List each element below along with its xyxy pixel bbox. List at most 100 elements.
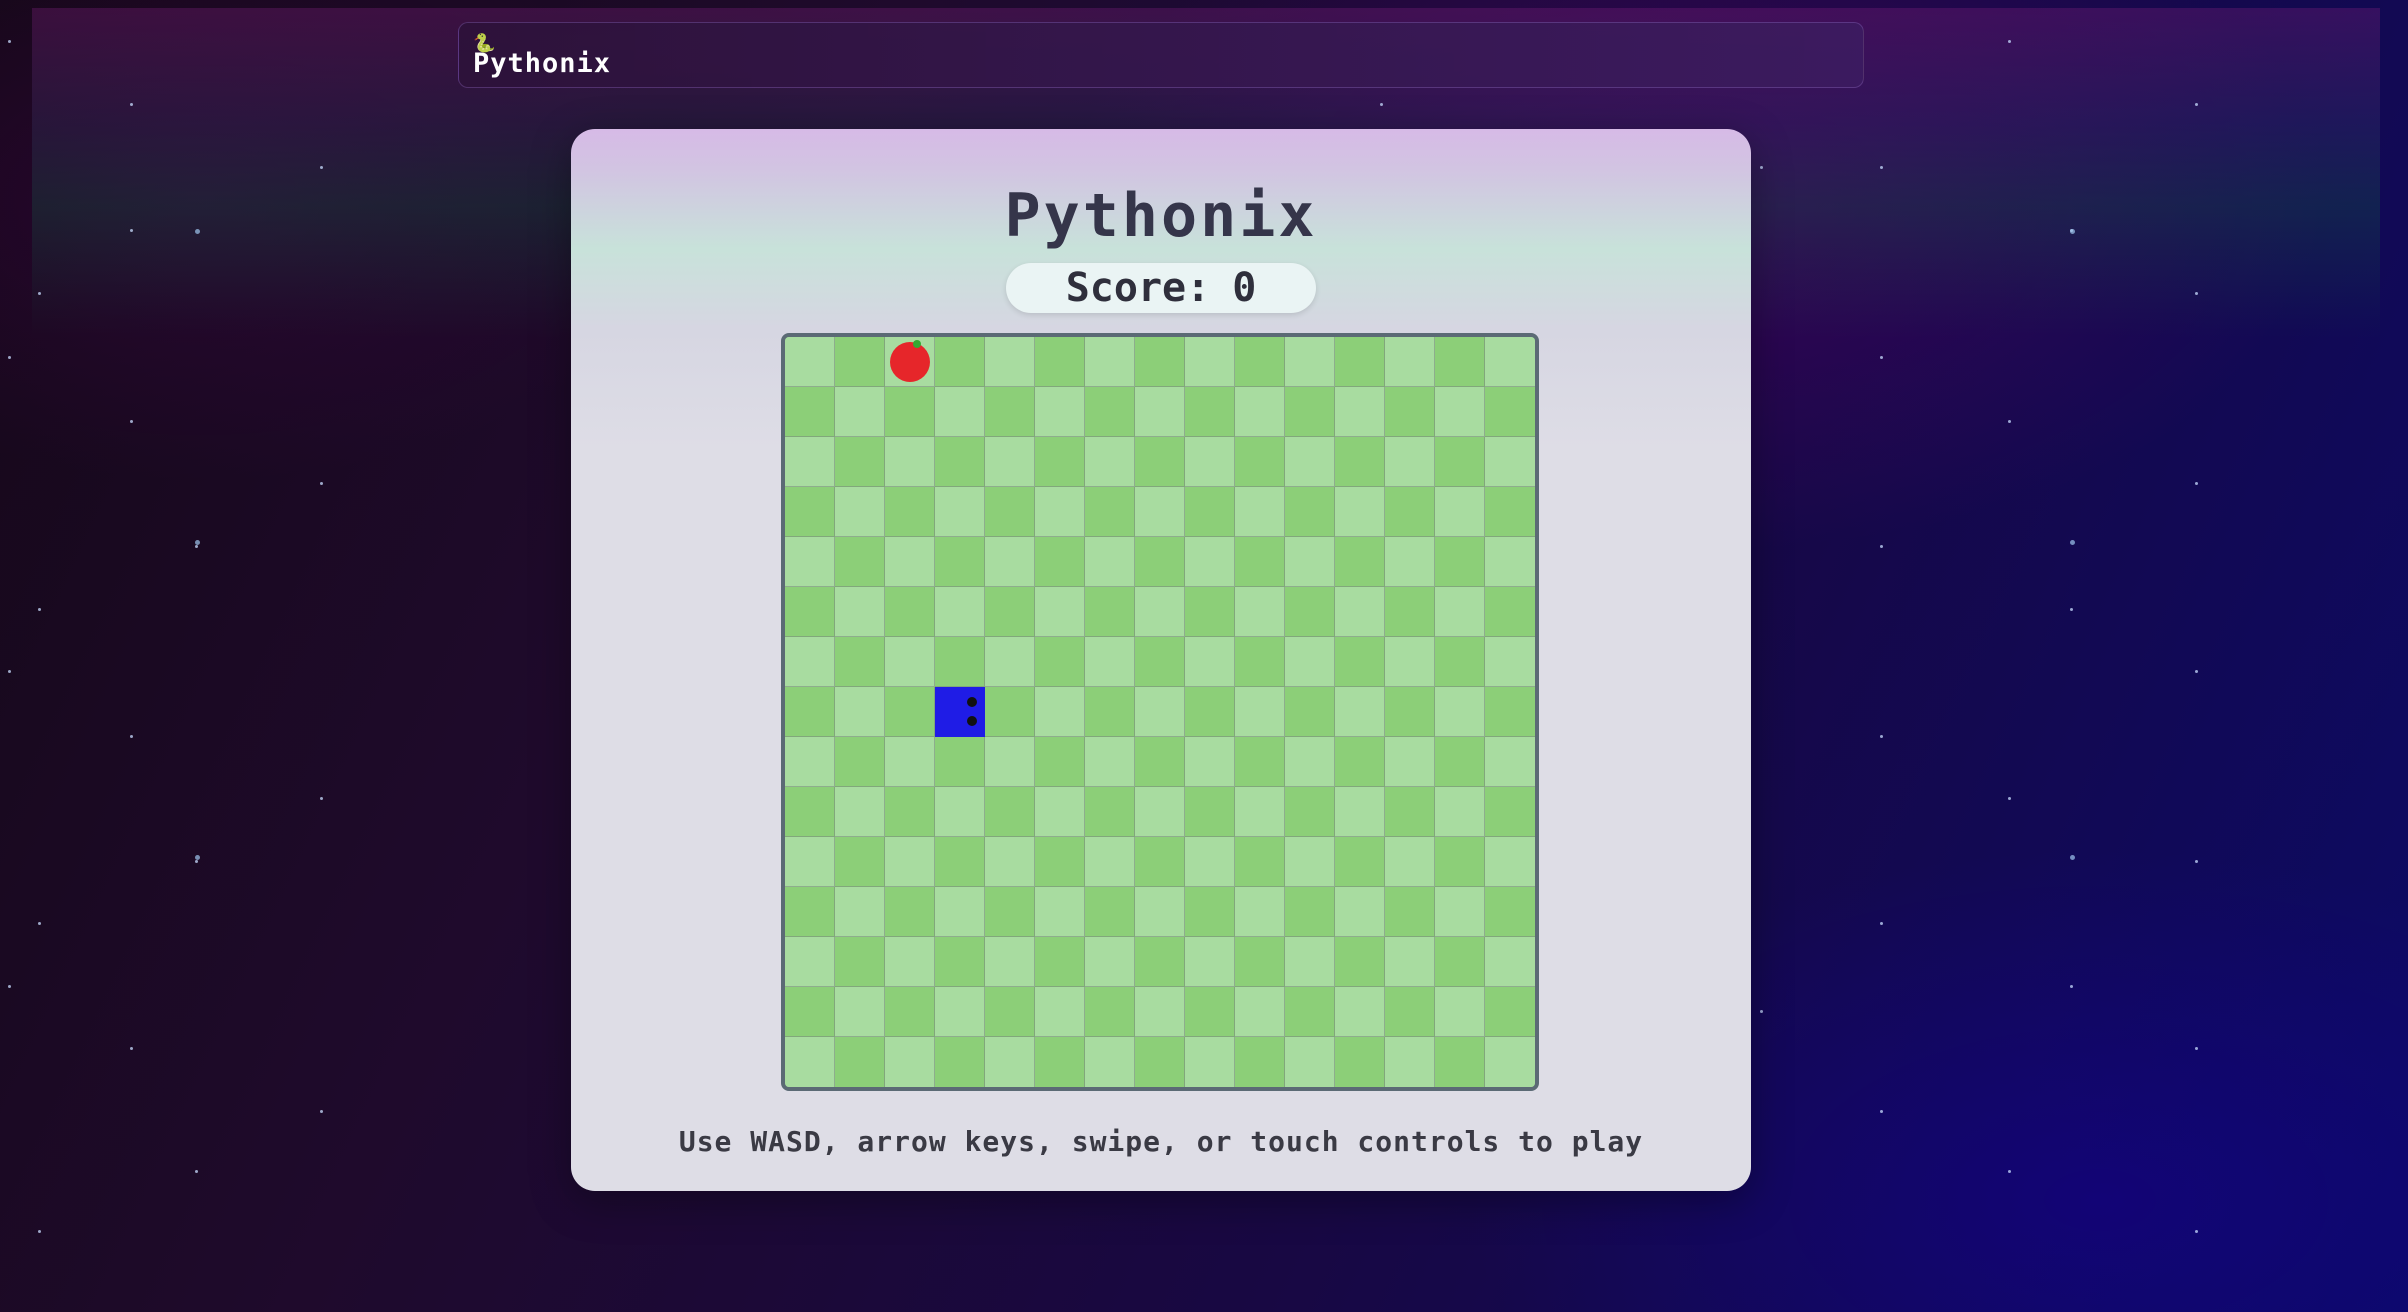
- board-cell: [1335, 737, 1385, 787]
- star: [2070, 608, 2073, 611]
- board-cell: [935, 737, 985, 787]
- star: [2008, 420, 2011, 423]
- board-cell: [1435, 387, 1485, 437]
- board-cell: [1385, 587, 1435, 637]
- board-cell: [1185, 937, 1235, 987]
- star: [2070, 540, 2075, 545]
- board-cell: [1035, 637, 1085, 687]
- board-cell: [1435, 987, 1485, 1037]
- board-cell: [935, 887, 985, 937]
- board-cell: [1135, 437, 1185, 487]
- board-cell: [1435, 487, 1485, 537]
- board-cell: [1185, 487, 1235, 537]
- star: [195, 860, 198, 863]
- game-card: Pythonix Score: 0 Use WASD, arrow keys, …: [571, 129, 1751, 1191]
- score-value: 0: [1232, 265, 1257, 311]
- board-cell: [885, 787, 935, 837]
- board-cell: [835, 937, 885, 987]
- board-cell: [985, 837, 1035, 887]
- board-cell: [1435, 887, 1485, 937]
- board-cell: [1085, 487, 1135, 537]
- star: [2195, 670, 2198, 673]
- board-cell: [1435, 587, 1485, 637]
- board-cell: [1135, 887, 1185, 937]
- board-cell: [935, 687, 985, 737]
- board-cell: [835, 737, 885, 787]
- game-board[interactable]: [781, 333, 1539, 1091]
- star: [195, 229, 200, 234]
- board-cell: [1285, 537, 1335, 587]
- board-cell: [1035, 837, 1085, 887]
- board-cell: [1435, 837, 1485, 887]
- board-cell: [1485, 687, 1535, 737]
- board-cell: [1235, 787, 1285, 837]
- board-cell: [1335, 687, 1385, 737]
- board-cell: [1435, 787, 1485, 837]
- board-cell: [1085, 1037, 1135, 1087]
- board-cell: [985, 1037, 1035, 1087]
- board-cell: [1135, 1037, 1185, 1087]
- board-cell: [1435, 737, 1485, 787]
- board-cell: [935, 937, 985, 987]
- star: [130, 420, 133, 423]
- star: [38, 608, 41, 611]
- board-cell: [985, 337, 1035, 387]
- board-cell: [1035, 337, 1085, 387]
- board-cell: [885, 837, 935, 887]
- board-cell: [1435, 537, 1485, 587]
- board-cell: [1135, 937, 1185, 987]
- board-cell: [1235, 687, 1285, 737]
- board-cell: [1385, 487, 1435, 537]
- board-cell: [785, 387, 835, 437]
- board-cell: [1235, 437, 1285, 487]
- board-cell: [885, 487, 935, 537]
- board-cell: [1285, 787, 1335, 837]
- star: [2195, 1230, 2198, 1233]
- board-cell: [935, 487, 985, 537]
- board-cell: [1235, 587, 1285, 637]
- brand-logo[interactable]: 🐍 Pythonix: [473, 35, 611, 78]
- board-cell: [1435, 437, 1485, 487]
- board-cell: [935, 637, 985, 687]
- board-cell: [1485, 1037, 1535, 1087]
- board-cell: [1235, 637, 1285, 687]
- board-cell: [885, 637, 935, 687]
- board-cell: [785, 737, 835, 787]
- star: [1380, 103, 1383, 106]
- star: [8, 356, 11, 359]
- board-cell: [835, 587, 885, 637]
- board-cell: [1285, 1037, 1335, 1087]
- star: [2008, 40, 2011, 43]
- board-cell: [1285, 887, 1335, 937]
- board-cell: [1185, 887, 1235, 937]
- star: [2070, 985, 2073, 988]
- board-cell: [835, 837, 885, 887]
- board-cell: [1385, 987, 1435, 1037]
- board-cell: [1035, 687, 1085, 737]
- board-cell: [1135, 637, 1185, 687]
- board-cell: [1285, 937, 1335, 987]
- board-cell: [1135, 987, 1185, 1037]
- board-cell: [1085, 537, 1135, 587]
- board-cell: [1135, 687, 1185, 737]
- board-cell: [1035, 387, 1085, 437]
- board-cell: [1335, 787, 1385, 837]
- board-cell: [1485, 487, 1535, 537]
- board-cell: [1285, 387, 1335, 437]
- board-cell: [1385, 1037, 1435, 1087]
- star: [2008, 1170, 2011, 1173]
- board-cell: [985, 537, 1035, 587]
- board-cell: [835, 537, 885, 587]
- board-cell: [885, 1037, 935, 1087]
- star: [2195, 482, 2198, 485]
- board-cell: [1035, 537, 1085, 587]
- board-cell: [1135, 387, 1185, 437]
- star: [195, 855, 200, 860]
- board-cell: [935, 1037, 985, 1087]
- board-cell: [1385, 387, 1435, 437]
- board-cell: [885, 387, 935, 437]
- star: [130, 103, 133, 106]
- star: [38, 922, 41, 925]
- board-cell: [785, 1037, 835, 1087]
- board-cell: [1335, 437, 1385, 487]
